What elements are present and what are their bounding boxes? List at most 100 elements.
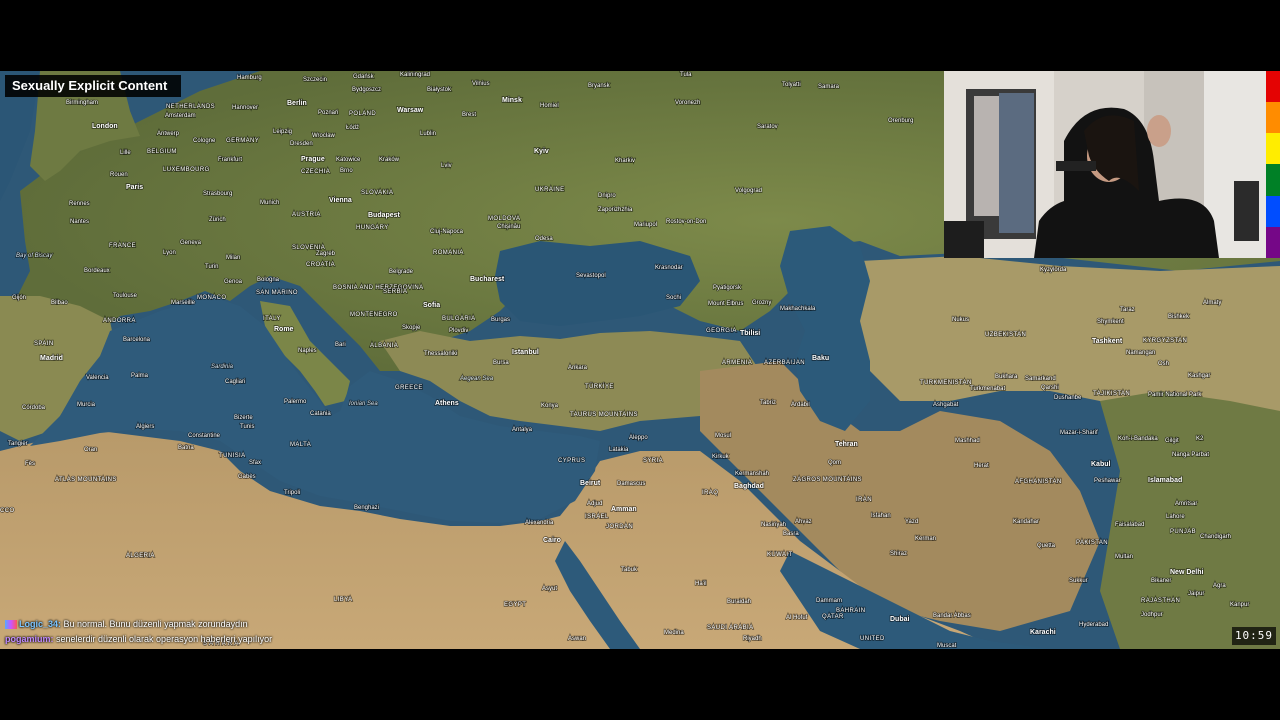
map-label: Pyatigorsk — [713, 285, 742, 291]
map-label: Mashhad — [955, 438, 980, 444]
map-label: Orenburg — [888, 118, 913, 124]
himalaya-land — [1100, 391, 1280, 649]
map-label: Almaty — [1203, 300, 1221, 306]
map-label: Lyon — [163, 250, 176, 256]
map-label: Kermanshah — [735, 471, 769, 477]
map-label: SERBIA — [383, 289, 407, 295]
map-label: Kraków — [379, 157, 400, 163]
map-label: Genoa — [224, 279, 243, 285]
chat-username: pogamium: — [5, 634, 54, 644]
map-label: ARMENIA — [722, 360, 752, 366]
map-label: Palermo — [284, 399, 307, 405]
map-label: Tripoli — [284, 490, 300, 496]
map-label: GERMANY — [226, 138, 259, 144]
map-label: Kandahar — [1013, 519, 1039, 525]
map-label: Mazar-i-Sharif — [1060, 430, 1098, 436]
map-label: QATAR — [822, 614, 844, 620]
map-label: TUNISIA — [219, 453, 245, 459]
map-label: Córdoba — [22, 405, 46, 411]
map-label: K2 — [1196, 436, 1204, 442]
map-label: FRANCE — [109, 243, 136, 249]
map-label: TAURUS MOUNTAINS — [570, 412, 638, 418]
map-label: TAJIKISTAN — [1093, 391, 1130, 397]
map-label: ATLAS MOUNTAINS — [55, 477, 117, 483]
map-label: Ionian Sea — [349, 401, 378, 407]
map-label: Yazd — [905, 519, 918, 525]
map-label: Birmingham — [66, 100, 98, 106]
map-label: Antwerp — [157, 131, 180, 137]
map-label: Mount Elbrus — [708, 301, 743, 307]
map-label: Asyut — [542, 586, 557, 592]
map-label: Qarshi — [1041, 385, 1059, 391]
map-label: Dresden — [290, 141, 313, 147]
map-label: Multan — [1115, 554, 1133, 560]
map-label: GREECE — [395, 385, 423, 391]
content-warning-label: Sexually Explicit Content — [5, 75, 182, 97]
map-label: Hannover — [232, 105, 258, 111]
map-label: Nasiriyah — [761, 522, 786, 528]
map-label: Herat — [974, 463, 989, 469]
map-label: Jaipur — [1188, 591, 1204, 597]
map-label: Constantine — [188, 433, 221, 439]
map-label: Ardabil — [791, 402, 810, 408]
map-label: Lublin — [420, 131, 436, 137]
clock-display: 10:59 — [1232, 627, 1276, 645]
map-label: Fès — [25, 461, 35, 467]
map-label: Volgograd — [735, 188, 762, 194]
map-label: KUWAIT — [767, 552, 793, 558]
map-label: Shiraz — [890, 551, 907, 557]
map-label: Kanpur — [1230, 602, 1249, 608]
map-label: Tunis — [240, 424, 254, 430]
map-label: Mosul — [715, 433, 731, 439]
chat-overlay: Logic_34: Bu normal. Bunu düzenli yapmak… — [5, 617, 272, 647]
map-label: Antalya — [512, 427, 533, 433]
map-label: Dushanbe — [1054, 395, 1082, 401]
map-label: ALBANIA — [370, 343, 398, 349]
map-label: Budapest — [368, 212, 401, 219]
map-label: Amman — [611, 506, 637, 513]
map-label: Bilbao — [51, 300, 68, 306]
map-label: Konya — [541, 403, 559, 409]
map-label: Peshawar — [1094, 478, 1121, 484]
map-label: Murcia — [77, 402, 96, 408]
map-label: Kaliningrad — [400, 72, 430, 78]
map-label: Basra — [783, 531, 799, 537]
map-label: Krasnodar — [655, 265, 683, 271]
map-label: AZERBAIJAN — [764, 360, 805, 366]
map-label: Isfahan — [871, 513, 891, 519]
map-label: Sukkur — [1069, 578, 1088, 584]
map-label: Al Hofuf — [786, 615, 808, 621]
map-label: Ankara — [568, 365, 588, 371]
map-label: Brest — [462, 112, 476, 118]
map-label: Kyzylorda — [1040, 267, 1067, 273]
map-label: Tashkent — [1092, 338, 1123, 345]
map-label: Medina — [664, 630, 684, 636]
map-label: Szczecin — [303, 77, 327, 83]
map-label: Dnipro — [598, 193, 616, 199]
map-label: ANDORRA — [103, 318, 136, 324]
map-label: Muscat — [937, 643, 957, 649]
map-label: Gabès — [238, 474, 256, 480]
map-label: Alexandria — [525, 520, 554, 526]
chat-message: Logic_34: Bu normal. Bunu düzenli yapmak… — [5, 617, 272, 632]
map-label: Milan — [226, 255, 240, 261]
map-label: KYRGYZSTAN — [1143, 338, 1187, 344]
map-label: Beirut — [580, 480, 601, 487]
map-label: BOSNIA AND HERZEGOVINA — [333, 285, 424, 291]
map-label: Dammam — [816, 598, 842, 604]
map-label: Mariupol — [634, 222, 657, 228]
chat-text: senelerdir düzenli olarak operasyon habe… — [53, 634, 273, 644]
map-label: Rouen — [110, 172, 128, 178]
map-label: Ashgabat — [933, 402, 959, 408]
map-label: Tehran — [835, 441, 858, 448]
chat-text: Bu normal. Bunu düzenli yapmak zorundayd… — [61, 619, 248, 629]
map-label: Agra — [1213, 583, 1226, 589]
map-label: Sofia — [423, 302, 440, 309]
map-label: ITALY — [263, 316, 281, 322]
map-label: Madrid — [40, 355, 63, 362]
map-label: Kharkiv — [615, 158, 635, 164]
map-label: Grozny — [752, 300, 771, 306]
map-label: Tolyatti — [782, 82, 801, 88]
map-label: Gilgit — [1165, 438, 1179, 444]
map-label: Damascus — [617, 481, 645, 487]
